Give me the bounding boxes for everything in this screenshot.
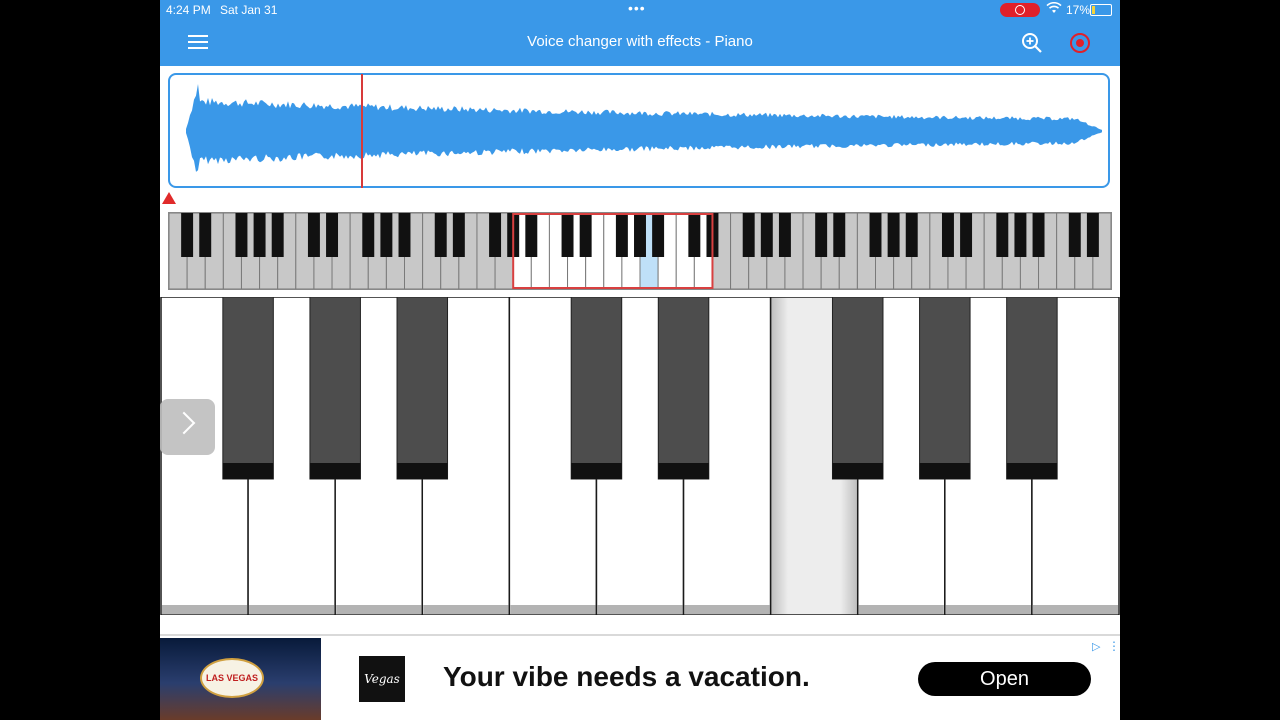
ad-headline[interactable]: Your vibe needs a vacation. [443, 661, 810, 693]
app-title: Voice changer with effects - Piano [527, 33, 753, 50]
white-key-edge [597, 605, 683, 614]
black-key[interactable] [222, 296, 274, 480]
overview-black-key[interactable] [869, 213, 882, 257]
overview-black-key[interactable] [326, 213, 339, 257]
overview-black-key[interactable] [778, 213, 791, 257]
white-key-edge [249, 605, 335, 614]
overview-black-key[interactable] [271, 213, 284, 257]
overview-black-key[interactable] [1032, 213, 1045, 257]
overview-black-key[interactable] [489, 213, 502, 257]
overview-black-key[interactable] [905, 213, 918, 257]
black-key[interactable] [570, 296, 623, 480]
white-key-edge [858, 605, 944, 614]
piano-keyboard[interactable] [160, 296, 1120, 616]
overview-black-key[interactable] [398, 213, 411, 257]
overview-black-key[interactable] [652, 213, 665, 257]
black-key[interactable] [657, 296, 710, 480]
black-key-tip [571, 463, 622, 479]
black-key[interactable] [919, 296, 971, 480]
black-key[interactable] [831, 296, 884, 480]
zoom-in-icon[interactable] [1020, 31, 1044, 55]
more-vertical-icon[interactable]: ⋮ [1108, 639, 1120, 653]
overview-black-key[interactable] [181, 213, 194, 257]
black-key-tip [1006, 463, 1058, 479]
black-key[interactable] [396, 296, 449, 480]
playhead-marker[interactable] [162, 192, 176, 204]
ad-image[interactable]: LAS VEGAS [160, 638, 321, 720]
white-key-edge [510, 605, 596, 614]
overview-black-key[interactable] [1068, 213, 1081, 257]
ad-open-button[interactable]: Open [918, 662, 1091, 696]
overview-black-key[interactable] [1086, 213, 1099, 257]
white-key-edge [1032, 605, 1118, 614]
las-vegas-sign: LAS VEGAS [200, 658, 264, 698]
app-toolbar: Voice changer with effects - Piano [160, 20, 1120, 66]
multitask-dots-icon[interactable]: ••• [628, 0, 646, 16]
keyboard-overview[interactable] [168, 212, 1112, 290]
overview-black-key[interactable] [833, 213, 846, 257]
overview-black-key[interactable] [434, 213, 447, 257]
overview-black-key[interactable] [362, 213, 375, 257]
ad-logo[interactable]: Vegas [359, 656, 405, 702]
battery-percent: 17% [1066, 3, 1091, 17]
black-key[interactable] [309, 296, 361, 480]
status-time: 4:24 PM [166, 3, 211, 17]
black-key[interactable] [1006, 296, 1058, 480]
overview-black-key[interactable] [634, 213, 646, 257]
overview-black-key[interactable] [941, 213, 954, 257]
waveform-graphic [186, 84, 1102, 172]
black-key-tip [309, 463, 361, 479]
overview-black-key[interactable] [1014, 213, 1027, 257]
white-key-edge [336, 605, 422, 614]
overview-black-key[interactable] [887, 213, 900, 257]
white-key-edge [423, 605, 509, 614]
keyboard-overview-graphic [169, 213, 1111, 289]
overview-black-key[interactable] [561, 213, 574, 257]
overview-black-key[interactable] [235, 213, 248, 257]
black-key-tip [658, 463, 709, 479]
status-bar: 4:24 PM Sat Jan 31 ••• 17% [160, 0, 1120, 20]
battery-icon [1090, 4, 1112, 16]
white-key-edge [684, 605, 770, 614]
overview-black-key[interactable] [688, 213, 701, 257]
black-key-tip [919, 463, 971, 479]
overview-black-key[interactable] [525, 213, 538, 257]
overview-black-key[interactable] [253, 213, 266, 257]
waveform-shape [186, 84, 1102, 172]
overview-black-key[interactable] [615, 213, 628, 257]
overview-black-key[interactable] [815, 213, 828, 257]
app-window: 4:24 PM Sat Jan 31 ••• 17% Voice changer… [160, 0, 1120, 720]
chevron-right-icon [172, 411, 196, 435]
screen-recording-icon[interactable] [1000, 3, 1040, 17]
adchoices-icon[interactable]: ▷ [1092, 640, 1100, 653]
black-key-tip [832, 463, 883, 479]
wifi-icon [1046, 1, 1062, 17]
overview-black-key[interactable] [760, 213, 773, 257]
record-icon[interactable] [1068, 31, 1092, 55]
next-octave-button[interactable] [160, 399, 215, 455]
overview-black-key[interactable] [452, 213, 465, 257]
status-date: Sat Jan 31 [220, 3, 278, 17]
overview-black-key[interactable] [380, 213, 393, 257]
overview-black-key[interactable] [996, 213, 1009, 257]
piano-keyboard-graphic [160, 296, 1120, 616]
playhead-line[interactable] [361, 74, 363, 188]
black-key-tip [397, 463, 448, 479]
overview-black-key[interactable] [307, 213, 320, 257]
ad-banner[interactable]: LAS VEGAS Vegas Your vibe needs a vacati… [160, 634, 1120, 720]
black-key-tip [222, 463, 274, 479]
overview-black-key[interactable] [742, 213, 755, 257]
white-key-edge [162, 605, 248, 614]
overview-black-key[interactable] [579, 213, 592, 257]
overview-black-key[interactable] [960, 213, 973, 257]
overview-black-key[interactable] [199, 213, 212, 257]
waveform-view[interactable] [168, 73, 1110, 188]
white-key-edge [945, 605, 1031, 614]
